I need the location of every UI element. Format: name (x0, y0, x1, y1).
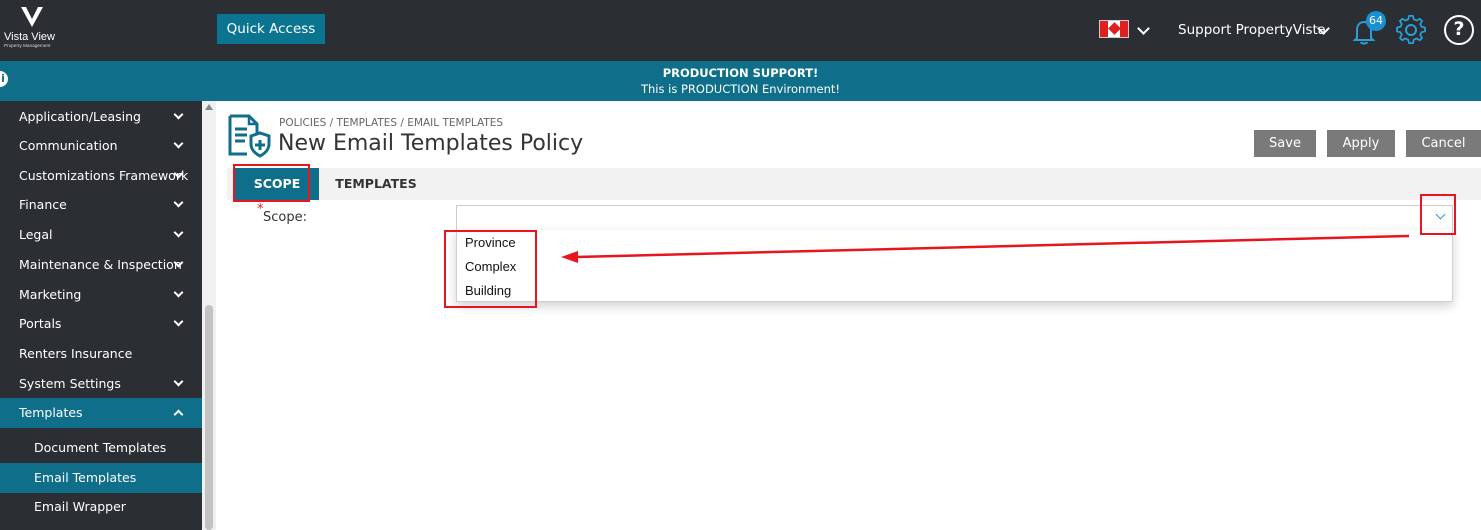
annotation-arrow (561, 234, 1410, 263)
